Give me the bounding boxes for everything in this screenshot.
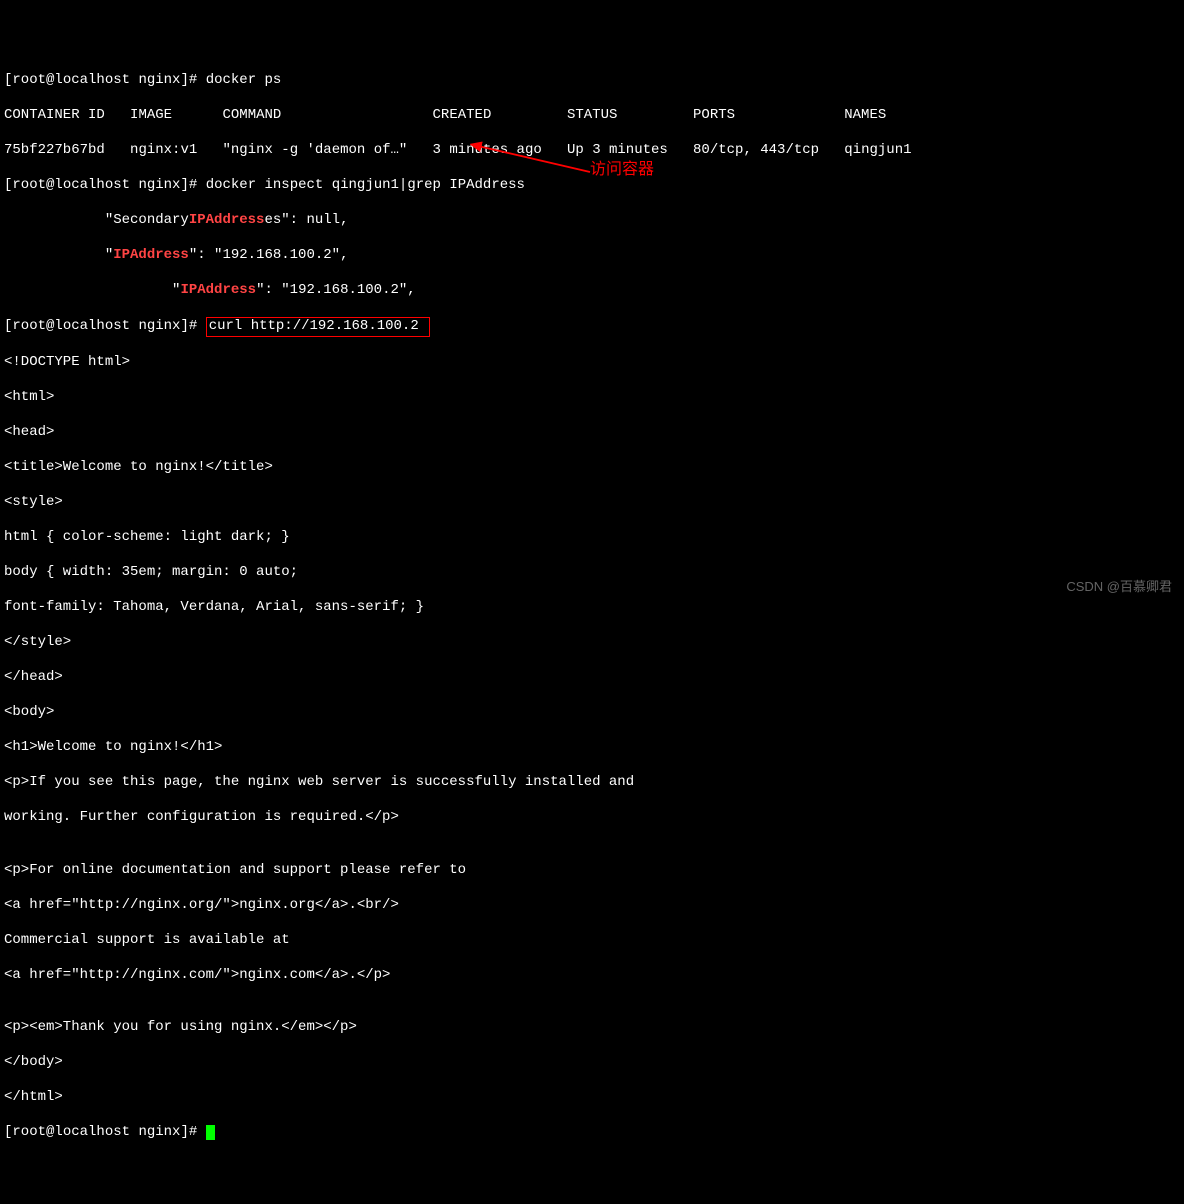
ps-header: CONTAINER ID IMAGE COMMAND CREATED STATU… (4, 107, 1180, 125)
inspect-output-1: "SecondaryIPAddresses": null, (4, 212, 1180, 230)
highlight-ipaddress: IPAddress (189, 212, 265, 228)
curl-output: <p>For online documentation and support … (4, 862, 1180, 880)
curl-output: <html> (4, 389, 1180, 407)
annotation-label: 访问容器 (590, 160, 654, 180)
highlight-ipaddress: IPAddress (180, 282, 256, 298)
curl-output: <body> (4, 704, 1180, 722)
curl-output: working. Further configuration is requir… (4, 809, 1180, 827)
curl-output: <title>Welcome to nginx!</title> (4, 459, 1180, 477)
curl-output: </head> (4, 669, 1180, 687)
watermark: CSDN @百慕卿君 (1066, 579, 1172, 595)
bracket-close: ]# (180, 72, 197, 88)
user: root (12, 72, 46, 88)
ps-row: 75bf227b67bd nginx:v1 "nginx -g 'daemon … (4, 142, 1180, 160)
inspect-output-3: "IPAddress": "192.168.100.2", (4, 282, 1180, 300)
curl-output: </style> (4, 634, 1180, 652)
prompt-line-1[interactable]: [root@localhost nginx]# docker ps (4, 72, 1180, 90)
command-docker-inspect: docker inspect qingjun1|grep IPAddress (206, 177, 525, 193)
curl-output: <a href="http://nginx.com/">nginx.com</a… (4, 967, 1180, 985)
host: localhost (54, 72, 130, 88)
inspect-output-2: "IPAddress": "192.168.100.2", (4, 247, 1180, 265)
highlighted-command-box: curl http://192.168.100.2 (206, 317, 430, 337)
dir: nginx (138, 72, 180, 88)
prompt-line-4[interactable]: [root@localhost nginx]# (4, 1124, 1180, 1142)
command-docker-ps: docker ps (206, 72, 282, 88)
curl-output: <p><em>Thank you for using nginx.</em></… (4, 1019, 1180, 1037)
curl-output: <style> (4, 494, 1180, 512)
curl-output: <head> (4, 424, 1180, 442)
curl-output: body { width: 35em; margin: 0 auto; (4, 564, 1180, 582)
cursor-icon (206, 1125, 215, 1140)
curl-output: </html> (4, 1089, 1180, 1107)
curl-output: <a href="http://nginx.org/">nginx.org</a… (4, 897, 1180, 915)
command-curl: curl http://192.168.100.2 (209, 318, 419, 334)
curl-output: <p>If you see this page, the nginx web s… (4, 774, 1180, 792)
curl-output: Commercial support is available at (4, 932, 1180, 950)
prompt-line-3[interactable]: [root@localhost nginx]# curl http://192.… (4, 317, 1180, 337)
highlight-ipaddress: IPAddress (113, 247, 189, 263)
curl-output: </body> (4, 1054, 1180, 1072)
curl-output: <h1>Welcome to nginx!</h1> (4, 739, 1180, 757)
curl-output: <!DOCTYPE html> (4, 354, 1180, 372)
curl-output: html { color-scheme: light dark; } (4, 529, 1180, 547)
